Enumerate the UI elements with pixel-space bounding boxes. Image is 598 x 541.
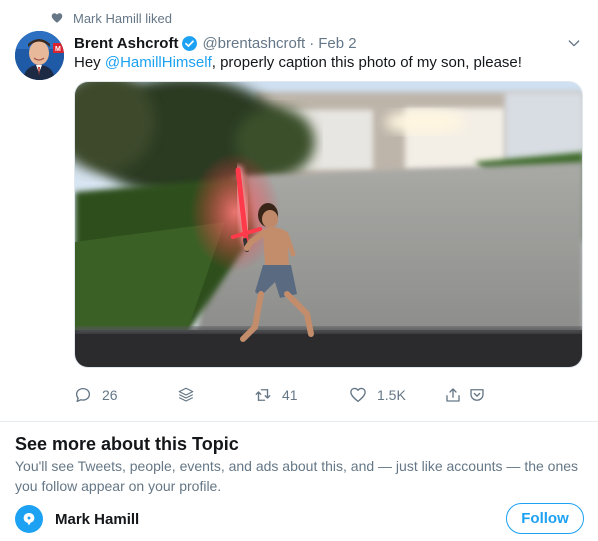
tweet-header: Brent Ashcroft @brentashcroft · Feb 2 (74, 33, 357, 53)
topic-icon (15, 505, 43, 533)
share-icon (446, 388, 460, 402)
author-name[interactable]: Brent Ashcroft (74, 35, 178, 52)
chevron-down-icon[interactable] (566, 35, 582, 51)
tweet-text-suffix: , properly caption this photo of my son,… (211, 54, 522, 71)
pocket-button[interactable] (468, 383, 486, 407)
header-separator: · (309, 34, 315, 52)
tweet-text: Hey @HamillHimself, properly caption thi… (74, 53, 522, 73)
topic-item[interactable]: Mark Hamill (15, 503, 139, 535)
heart-icon (51, 13, 63, 23)
topic-name: Mark Hamill (55, 510, 140, 528)
retweet-icon (255, 389, 271, 401)
retweet-count: 41 (282, 387, 298, 403)
avatar[interactable]: M (15, 31, 64, 80)
retweet-button[interactable]: 41 (254, 383, 298, 407)
social-context-text: Mark Hamill liked (73, 10, 172, 26)
pocket-icon (470, 389, 484, 401)
like-count: 1.5K (377, 387, 406, 403)
share-button[interactable] (444, 383, 462, 407)
mention-link[interactable]: @HamillHimself (105, 54, 212, 71)
like-button[interactable]: 1.5K (349, 383, 406, 407)
topic-bubble-icon (23, 513, 35, 526)
layers-icon (178, 387, 194, 402)
tweet-actions: 26 41 1.5K (74, 383, 494, 407)
like-heart-icon (350, 387, 366, 403)
section-divider (0, 421, 598, 422)
author-handle[interactable]: @brentashcroft (202, 35, 305, 52)
verified-badge-icon (182, 35, 198, 51)
svg-text:M: M (55, 46, 61, 53)
avatar-image: M (15, 31, 64, 80)
tweet-date[interactable]: Feb 2 (318, 35, 356, 52)
follow-button[interactable]: Follow (506, 503, 584, 534)
reply-icon (75, 387, 91, 403)
photo-boy-with-lightsaber (75, 82, 582, 367)
tweet-media[interactable] (74, 81, 583, 368)
topic-title: See more about this Topic (15, 434, 239, 454)
reply-button[interactable]: 26 (74, 383, 118, 407)
tweet-text-prefix: Hey (74, 54, 105, 71)
topic-description: You'll see Tweets, people, events, and a… (15, 458, 579, 494)
reply-count: 26 (102, 387, 118, 403)
share-via-buffer-button[interactable] (177, 383, 195, 407)
social-context: Mark Hamill liked (51, 9, 172, 27)
